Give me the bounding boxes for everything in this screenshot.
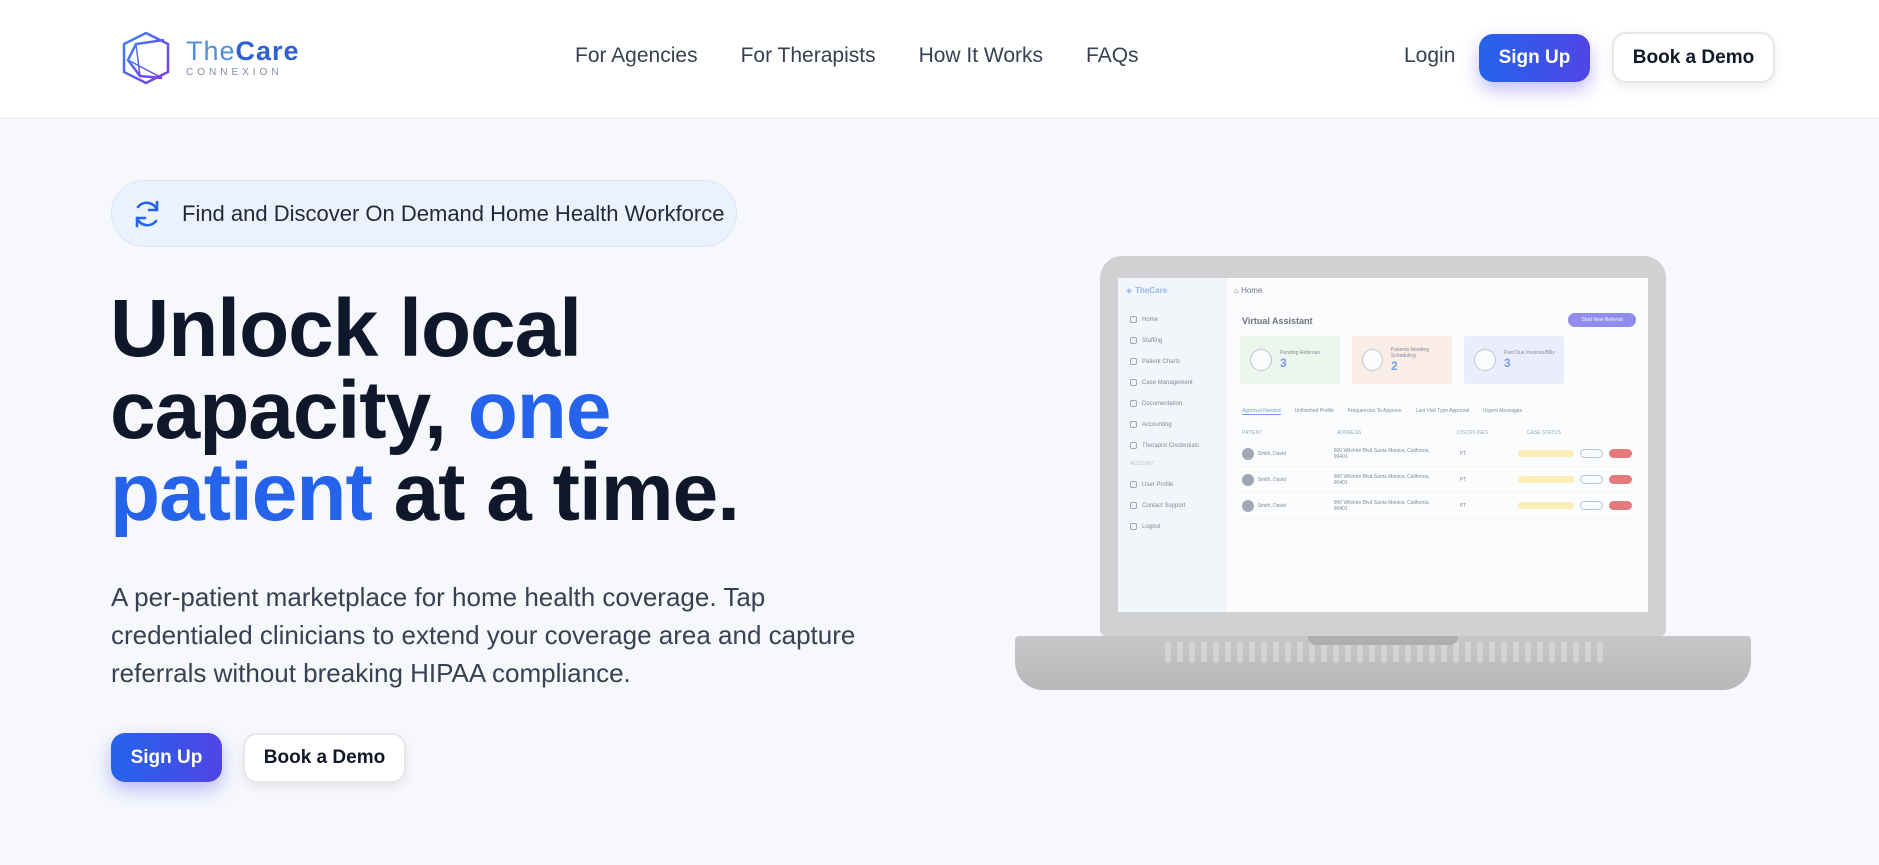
brand-name-light: The [186, 36, 236, 66]
table-row: Smith, David 900 Wilshire Blvd Santa Mon… [1242, 441, 1632, 467]
hero-headline-highlight-patient: patient [110, 447, 373, 538]
hero-headline-line-2a: capacity, [110, 365, 468, 456]
mockup-table-body: Smith, David 900 Wilshire Blvd Santa Mon… [1242, 441, 1632, 519]
hero-headline-highlight-one: one [467, 365, 612, 456]
mockup-sidebar-item: Logout [1130, 523, 1199, 530]
laptop-mockup: ◈ TheCare Home Staffing Patient Charts Ca… [1015, 256, 1751, 692]
invoice-icon [1474, 349, 1496, 371]
mockup-sidebar-item: Home [1130, 316, 1199, 323]
clock-icon [1250, 349, 1272, 371]
avatar [1242, 499, 1254, 512]
primary-nav: For Agencies For Therapists How It Works… [575, 44, 1139, 68]
logo-mark-icon [122, 31, 170, 85]
laptop-notch [1308, 636, 1458, 645]
hero-headline-line-2: capacity, one [110, 370, 739, 452]
mockup-sidebar-item: Therapist Credentials [1130, 442, 1199, 449]
mockup-cancel-button [1608, 501, 1632, 510]
hero-description: A per-patient marketplace for home healt… [111, 582, 856, 688]
mockup-sidebar-item: Patient Charts [1130, 358, 1199, 365]
nav-link-for-agencies[interactable]: For Agencies [575, 44, 698, 68]
mockup-table-header: PATIENT ADDRESS DISCIPLINES CASE STATUS [1242, 430, 1561, 436]
mockup-sidebar-item: Staffing [1130, 337, 1199, 344]
top-navbar: TheCare CONNEXION For Agencies For Thera… [0, 0, 1879, 119]
mockup-stat-card: Pending Referrals 3 [1240, 336, 1340, 384]
mockup-tab: Urgent Messages [1482, 408, 1523, 414]
mockup-tab: Unfinished Profile [1294, 408, 1334, 414]
status-badge [1517, 476, 1574, 483]
login-link[interactable]: Login [1404, 44, 1455, 68]
table-row: Smith, David 900 Wilshire Blvd Santa Mon… [1242, 467, 1632, 493]
brand-wordmark: TheCare CONNEXION [186, 38, 300, 78]
status-badge [1517, 502, 1574, 509]
mockup-cancel-button [1608, 475, 1632, 484]
mockup-view-button [1579, 449, 1603, 458]
avatar [1242, 473, 1254, 486]
brand-subtitle: CONNEXION [186, 67, 283, 78]
hero-headline: Unlock local capacity, one patient at a … [110, 283, 740, 534]
mockup-brand: ◈ TheCare [1126, 286, 1168, 295]
mockup-view-button [1579, 475, 1603, 484]
mockup-tab: Approval Needed [1242, 408, 1281, 415]
mockup-stat-cards: Pending Referrals 3 Patients Needing Sche… [1240, 336, 1564, 384]
user-check-icon [1362, 349, 1383, 371]
mockup-title: Virtual Assistant [1242, 316, 1313, 326]
mockup-stat-card: Past Due Invoices/Bills 3 [1464, 336, 1564, 384]
hero-book-demo-button[interactable]: Book a Demo [243, 733, 406, 783]
status-badge [1517, 450, 1574, 457]
hero-headline-line-1: Unlock local [110, 283, 582, 374]
nav-link-how-it-works[interactable]: How It Works [919, 44, 1043, 68]
mockup-main: ⌂ Home Virtual Assistant Start New Refer… [1226, 278, 1648, 612]
mockup-cancel-button [1608, 449, 1632, 458]
laptop-screen: ◈ TheCare Home Staffing Patient Charts Ca… [1118, 278, 1648, 612]
nav-link-for-therapists[interactable]: For Therapists [741, 44, 876, 68]
mockup-sidebar-item: User Profile [1130, 481, 1199, 488]
laptop-keyboard [1165, 642, 1605, 662]
mockup-sidebar-item: Accounting [1130, 421, 1199, 428]
mockup-breadcrumb: ⌂ Home [1234, 286, 1263, 295]
mockup-sidebar: ◈ TheCare Home Staffing Patient Charts Ca… [1118, 278, 1226, 612]
hero-signup-button[interactable]: Sign Up [111, 733, 222, 782]
mockup-view-button [1579, 501, 1603, 510]
nav-book-demo-button[interactable]: Book a Demo [1612, 32, 1775, 83]
mockup-new-referral-button: Start New Referral [1568, 313, 1636, 327]
table-row: Smith, David 900 Wilshire Blvd Santa Mon… [1242, 493, 1632, 519]
avatar [1242, 447, 1254, 460]
mockup-tabs: Approval Needed Unfinished Profile Frequ… [1242, 408, 1522, 415]
hero-headline-line-3: patient at a time. [110, 452, 740, 534]
brand-name-bold: Care [235, 36, 300, 66]
refresh-icon [128, 195, 166, 233]
nav-signup-button[interactable]: Sign Up [1479, 34, 1590, 82]
mockup-sidebar-section: ACCOUNT [1130, 461, 1155, 467]
hero-headline-line-3b: at a time. [371, 447, 740, 538]
brand-logo[interactable]: TheCare CONNEXION [118, 30, 300, 86]
mockup-tab: Frequencies To Approve [1347, 408, 1402, 414]
mockup-stat-card: Patients Needing Scheduling 2 [1352, 336, 1452, 384]
hero-badge-text: Find and Discover On Demand Home Health … [182, 200, 725, 226]
mockup-tab: Last Visit Type Approval [1415, 408, 1469, 414]
nav-link-faqs[interactable]: FAQs [1086, 44, 1139, 68]
mockup-sidebar-item: Documentation [1130, 400, 1199, 407]
mockup-sidebar-item: Contact Support [1130, 502, 1199, 509]
mockup-sidebar-item: Case Management [1130, 379, 1199, 386]
hero-badge: Find and Discover On Demand Home Health … [111, 180, 737, 247]
laptop-lid: ◈ TheCare Home Staffing Patient Charts Ca… [1100, 256, 1666, 636]
